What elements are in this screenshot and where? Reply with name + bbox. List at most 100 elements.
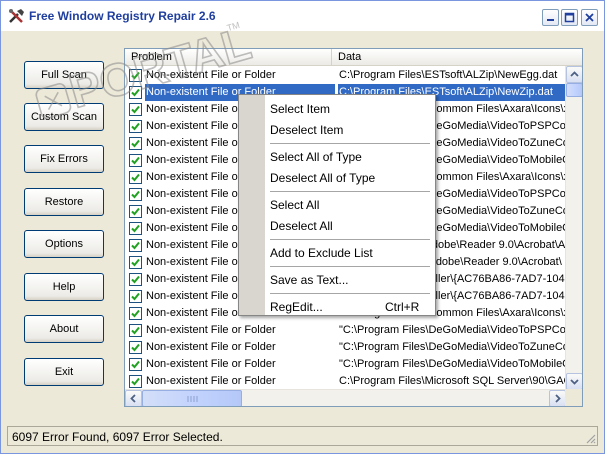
menu-shortcut: Ctrl+R bbox=[385, 300, 420, 314]
row-checkbox[interactable] bbox=[129, 256, 142, 269]
checkmark-icon bbox=[131, 343, 140, 352]
checkmark-icon bbox=[131, 292, 140, 301]
menu-item-deselect-item[interactable]: Deselect Item bbox=[270, 120, 343, 140]
scroll-left-button[interactable] bbox=[125, 390, 142, 406]
menu-separator bbox=[270, 266, 430, 267]
title-bar[interactable]: Free Window Registry Repair 2.6 bbox=[1, 1, 604, 31]
menu-item-save-as-text[interactable]: Save as Text... bbox=[270, 270, 349, 290]
action-panel: Full Scan Custom Scan Fix Errors Restore… bbox=[9, 47, 119, 411]
context-menu[interactable]: Select Item Deselect Item Select All of Ty… bbox=[238, 94, 436, 316]
checkmark-icon bbox=[131, 156, 140, 165]
help-button[interactable]: Help bbox=[24, 273, 104, 301]
problem-cell: Non-existent File or Folder bbox=[146, 69, 276, 81]
row-checkbox[interactable] bbox=[129, 290, 142, 303]
options-button[interactable]: Options bbox=[24, 230, 104, 258]
row-checkbox[interactable] bbox=[129, 103, 142, 116]
data-cell: "C:\Program Files\DeGoMedia\VideoToMobil… bbox=[339, 358, 565, 370]
problem-cell: Non-existent File or Folder bbox=[146, 375, 276, 387]
exit-button[interactable]: Exit bbox=[24, 358, 104, 386]
row-checkbox[interactable] bbox=[129, 375, 142, 388]
row-checkbox[interactable] bbox=[129, 239, 142, 252]
maximize-button[interactable] bbox=[561, 9, 578, 26]
checkmark-icon bbox=[131, 326, 140, 335]
checkmark-icon bbox=[131, 71, 140, 80]
table-row[interactable]: Non-existent File or Folder C:\Program Fi… bbox=[125, 373, 565, 390]
row-checkbox[interactable] bbox=[129, 273, 142, 286]
about-button[interactable]: About bbox=[24, 315, 104, 343]
status-text: 6097 Error Found, 6097 Error Selected. bbox=[12, 430, 223, 444]
scroll-up-button[interactable] bbox=[566, 66, 582, 83]
row-checkbox[interactable] bbox=[129, 358, 142, 371]
row-checkbox[interactable] bbox=[129, 137, 142, 150]
table-row[interactable]: Non-existent File or Folder "C:\Program F… bbox=[125, 322, 565, 339]
menu-separator bbox=[270, 239, 430, 240]
problem-cell: Non-existent File or Folder bbox=[146, 324, 276, 336]
data-cell: "C:\Program Files\DeGoMedia\VideoToZuneC… bbox=[339, 341, 565, 353]
menu-separator bbox=[270, 143, 430, 144]
row-checkbox[interactable] bbox=[129, 120, 142, 133]
full-scan-button[interactable]: Full Scan bbox=[24, 61, 104, 89]
checkmark-icon bbox=[131, 190, 140, 199]
table-row[interactable]: Non-existent File or Folder "C:\Program F… bbox=[125, 339, 565, 356]
fix-errors-button[interactable]: Fix Errors bbox=[24, 145, 104, 173]
close-icon bbox=[585, 13, 594, 22]
window-title: Free Window Registry Repair 2.6 bbox=[29, 9, 216, 23]
menu-item-deselect-all[interactable]: Deselect All bbox=[270, 216, 333, 236]
scrollbar-corner bbox=[565, 389, 582, 406]
checkmark-icon bbox=[131, 258, 140, 267]
checkmark-icon bbox=[131, 207, 140, 216]
row-checkbox[interactable] bbox=[129, 307, 142, 320]
data-cell: C:\Program Files\ESTsoft\ALZip\NewEgg.da… bbox=[339, 69, 558, 81]
column-header-data[interactable]: Data bbox=[332, 49, 582, 66]
menu-item-select-all[interactable]: Select All bbox=[270, 195, 319, 215]
checkmark-icon bbox=[131, 105, 140, 114]
row-checkbox[interactable] bbox=[129, 154, 142, 167]
checkmark-icon bbox=[131, 275, 140, 284]
arrow-right-icon bbox=[555, 394, 561, 403]
tools-icon bbox=[9, 9, 24, 23]
horizontal-scroll-thumb[interactable] bbox=[142, 390, 242, 406]
checkmark-icon bbox=[131, 309, 140, 318]
list-header: Problem Data bbox=[125, 49, 582, 66]
row-checkbox[interactable] bbox=[129, 188, 142, 201]
minimize-icon bbox=[547, 19, 554, 21]
table-row[interactable]: Non-existent File or Folder "C:\Program F… bbox=[125, 356, 565, 373]
menu-item-deselect-all-of-type[interactable]: Deselect All of Type bbox=[270, 168, 375, 188]
row-checkbox[interactable] bbox=[129, 69, 142, 82]
checkmark-icon bbox=[131, 139, 140, 148]
resize-grip-icon[interactable] bbox=[584, 432, 596, 444]
vertical-scrollbar[interactable] bbox=[565, 66, 582, 390]
data-cell: C:\Program Files\Microsoft SQL Server\90… bbox=[339, 375, 565, 387]
grip-lines-icon bbox=[187, 396, 198, 402]
problem-cell: Non-existent File or Folder bbox=[146, 358, 276, 370]
column-header-problem[interactable]: Problem bbox=[125, 49, 332, 66]
app-window: Free Window Registry Repair 2.6 Full Sca… bbox=[0, 0, 605, 454]
vertical-scroll-thumb[interactable] bbox=[566, 83, 582, 97]
checkmark-icon bbox=[131, 377, 140, 386]
data-cell: "C:\Program Files\DeGoMedia\VideoToPSPCo… bbox=[339, 324, 565, 336]
menu-item-select-all-of-type[interactable]: Select All of Type bbox=[270, 147, 362, 167]
status-bar: 6097 Error Found, 6097 Error Selected. bbox=[7, 426, 598, 446]
row-checkbox[interactable] bbox=[129, 171, 142, 184]
row-checkbox[interactable] bbox=[129, 222, 142, 235]
restore-button[interactable]: Restore bbox=[24, 188, 104, 216]
scroll-down-button[interactable] bbox=[566, 373, 582, 390]
row-checkbox[interactable] bbox=[129, 86, 142, 99]
row-checkbox[interactable] bbox=[129, 324, 142, 337]
menu-item-add-to-exclude-list[interactable]: Add to Exclude List bbox=[270, 243, 373, 263]
row-checkbox[interactable] bbox=[129, 341, 142, 354]
arrow-left-icon bbox=[130, 394, 136, 403]
custom-scan-button[interactable]: Custom Scan bbox=[24, 103, 104, 131]
close-button[interactable] bbox=[581, 9, 598, 26]
minimize-button[interactable] bbox=[542, 9, 559, 26]
table-row[interactable]: Non-existent File or Folder C:\Program Fi… bbox=[125, 67, 565, 84]
menu-item-regedit[interactable]: RegEdit... bbox=[270, 297, 323, 317]
horizontal-scrollbar[interactable] bbox=[125, 389, 566, 406]
arrow-down-icon bbox=[570, 379, 579, 385]
checkmark-icon bbox=[131, 224, 140, 233]
checkmark-icon bbox=[131, 360, 140, 369]
menu-item-select-item[interactable]: Select Item bbox=[270, 99, 330, 119]
scroll-right-button[interactable] bbox=[549, 390, 566, 406]
row-checkbox[interactable] bbox=[129, 205, 142, 218]
menu-separator bbox=[270, 293, 430, 294]
